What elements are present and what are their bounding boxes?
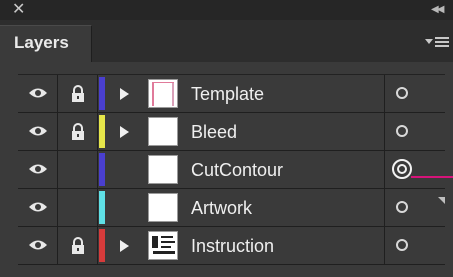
lock-toggle[interactable] — [58, 113, 98, 150]
thumbnail-guide — [152, 82, 174, 83]
thumbnail-block — [152, 236, 158, 248]
target-circle-icon[interactable] — [396, 87, 408, 99]
tab-layers-label: Layers — [14, 33, 69, 52]
layer-thumbnail — [148, 193, 178, 222]
target-column[interactable] — [384, 227, 445, 264]
expand-triangle-icon[interactable] — [120, 88, 129, 100]
layer-name[interactable]: Bleed — [191, 122, 237, 143]
layer-name[interactable]: Template — [191, 84, 264, 105]
expand-triangle-icon[interactable] — [120, 240, 129, 252]
dropdown-triangle-icon — [425, 39, 433, 44]
tab-layers[interactable]: Layers — [0, 25, 92, 62]
selection-indicator-line — [411, 176, 453, 178]
layer-color-swatch — [99, 77, 105, 110]
layer-color-swatch — [99, 153, 105, 186]
target-circle-icon[interactable] — [396, 239, 408, 251]
layer-thumbnail — [148, 155, 178, 184]
layer-name[interactable]: Instruction — [191, 236, 274, 257]
lock-toggle[interactable] — [58, 151, 98, 188]
target-column[interactable] — [384, 75, 445, 112]
layers-panel: ✕ ◀◀ Layers Template Bleed CutContour Ar… — [0, 0, 453, 277]
layer-row-cutcontour[interactable]: CutContour — [18, 151, 445, 189]
lock-icon — [72, 123, 84, 140]
layer-row-template[interactable]: Template — [18, 75, 445, 113]
visibility-toggle[interactable] — [18, 189, 58, 226]
layer-color-swatch — [99, 229, 105, 262]
expand-triangle-icon[interactable] — [120, 126, 129, 138]
lock-toggle[interactable] — [58, 189, 98, 226]
panel-title-bar: ✕ ◀◀ — [0, 0, 453, 20]
menu-line-icon — [435, 37, 449, 39]
visibility-toggle[interactable] — [18, 227, 58, 264]
collapse-icon[interactable]: ◀◀ — [431, 3, 449, 17]
close-icon[interactable]: ✕ — [12, 1, 26, 17]
layer-color-swatch — [99, 191, 105, 224]
thumbnail-text-line — [161, 241, 175, 243]
thumbnail-guide — [172, 82, 174, 106]
target-column[interactable] — [384, 113, 445, 150]
layer-thumbnail — [148, 117, 178, 146]
target-circle-active-icon[interactable] — [392, 159, 412, 179]
layer-thumbnail — [148, 79, 178, 108]
layer-thumbnail — [148, 231, 178, 260]
layer-name[interactable]: CutContour — [191, 160, 283, 181]
layer-name[interactable]: Artwork — [191, 198, 252, 219]
eye-icon — [29, 88, 47, 98]
menu-line-icon — [435, 41, 449, 43]
layer-row-bleed[interactable]: Bleed — [18, 113, 445, 151]
layer-list: Template Bleed CutContour Artwork Instru… — [18, 74, 445, 271]
panel-menu-icon[interactable] — [425, 34, 451, 50]
layer-row-artwork[interactable]: Artwork — [18, 189, 445, 227]
lock-toggle[interactable] — [58, 75, 98, 112]
visibility-toggle[interactable] — [18, 151, 58, 188]
lock-toggle[interactable] — [58, 227, 98, 264]
target-circle-icon[interactable] — [396, 201, 408, 213]
thumbnail-text-line — [161, 236, 173, 238]
lock-icon — [72, 237, 84, 254]
lock-icon — [72, 85, 84, 102]
thumbnail-text-line — [161, 246, 171, 248]
target-circle-icon[interactable] — [396, 125, 408, 137]
eye-icon — [29, 240, 47, 250]
thumbnail-guide — [152, 82, 154, 106]
layer-row-instruction[interactable]: Instruction — [18, 227, 445, 265]
menu-line-icon — [435, 45, 449, 47]
layer-color-swatch — [99, 115, 105, 148]
panel-tab-row: Layers — [0, 20, 453, 62]
visibility-toggle[interactable] — [18, 113, 58, 150]
eye-icon — [29, 126, 47, 136]
target-column[interactable] — [384, 189, 445, 226]
target-column[interactable] — [384, 151, 445, 188]
resize-corner-icon[interactable] — [438, 197, 445, 204]
eye-icon — [29, 164, 47, 174]
thumbnail-text-line — [153, 251, 175, 254]
visibility-toggle[interactable] — [18, 75, 58, 112]
eye-icon — [29, 202, 47, 212]
